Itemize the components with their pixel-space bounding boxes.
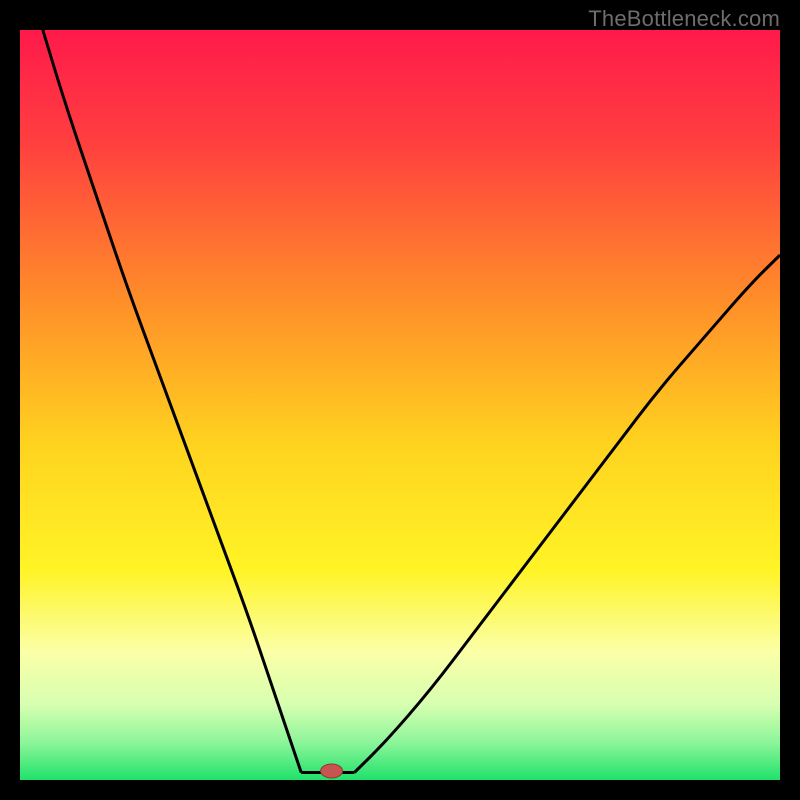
chart-frame: TheBottleneck.com xyxy=(0,0,800,800)
plot-area xyxy=(20,30,780,780)
optimum-marker xyxy=(321,764,343,778)
watermark-text: TheBottleneck.com xyxy=(588,6,780,32)
bottleneck-chart xyxy=(20,30,780,780)
gradient-background xyxy=(20,30,780,780)
